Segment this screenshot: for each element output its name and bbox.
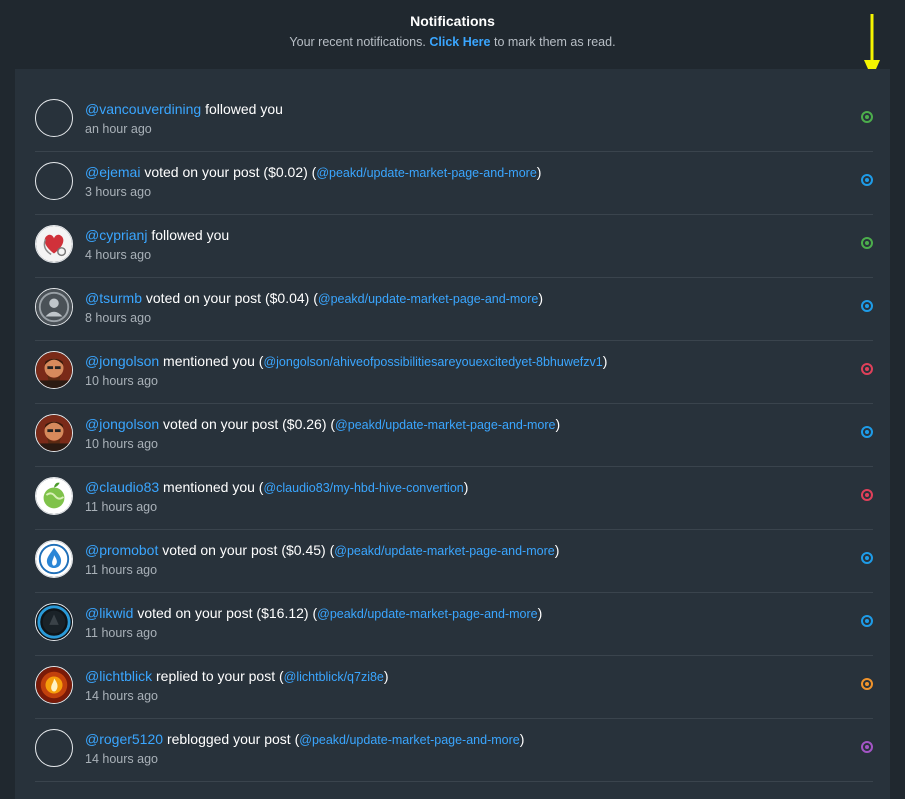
notification-text: @jongolson mentioned you (@jongolson/ahi… (85, 353, 608, 369)
username-link[interactable]: @vancouverdining (85, 101, 201, 117)
page-subtitle: Your recent notifications. Click Here to… (0, 35, 905, 50)
avatar[interactable] (35, 729, 73, 767)
action-text: voted on your post ($0.26) (163, 416, 327, 432)
notifications-header: Notifications Your recent notifications.… (0, 0, 905, 57)
username-link[interactable]: @roger5120 (85, 731, 163, 747)
avatar[interactable] (35, 414, 73, 452)
unread-dot-icon[interactable] (861, 300, 873, 312)
subtitle-prefix: Your recent notifications. (289, 35, 426, 49)
notification-text: @vancouverdining followed you (85, 100, 283, 118)
notification-text: @promobot voted on your post ($0.45) (@p… (85, 542, 560, 558)
timestamp: 3 hours ago (85, 185, 152, 199)
timestamp: 11 hours ago (85, 500, 158, 514)
avatar[interactable] (35, 603, 73, 641)
timestamp: 14 hours ago (85, 752, 158, 766)
username-link[interactable]: @cyprianj (85, 227, 147, 243)
avatar[interactable] (35, 666, 73, 704)
post-link[interactable]: @peakd/update-market-page-and-more (317, 607, 537, 621)
notification-text: @tsurmb voted on your post ($0.04) (@pea… (85, 290, 544, 306)
avatar[interactable] (35, 99, 73, 137)
timestamp: 4 hours ago (85, 248, 152, 262)
username-link[interactable]: @jongolson (85, 353, 159, 369)
unread-dot-icon[interactable] (861, 426, 873, 438)
avatar[interactable] (35, 351, 73, 389)
subtitle-suffix: to mark them as read. (493, 35, 616, 49)
username-link[interactable]: @likwid (85, 605, 133, 621)
unread-dot-icon[interactable] (861, 363, 873, 375)
notification-text: @cyprianj followed you (85, 226, 229, 244)
avatar[interactable] (35, 162, 73, 200)
notifications-panel: @vancouverdining followed you an hour ag… (15, 69, 890, 799)
username-link[interactable]: @promobot (85, 542, 158, 558)
post-link[interactable]: @lichtblick/q7zi8e (284, 670, 384, 684)
notification-row[interactable]: @promobot voted on your post ($0.45) (@p… (35, 530, 873, 593)
unread-dot-icon[interactable] (861, 111, 873, 123)
mark-read-link[interactable]: Click Here (429, 35, 490, 49)
username-link[interactable]: @tsurmb (85, 290, 142, 306)
username-link[interactable]: @lichtblick (85, 668, 152, 684)
unread-dot-icon[interactable] (861, 174, 873, 186)
post-link[interactable]: @claudio83/my-hbd-hive-convertion (263, 481, 463, 495)
action-text: followed you (151, 227, 230, 243)
action-text: voted on your post ($0.02) (144, 164, 308, 180)
post-link[interactable]: @peakd/update-market-page-and-more (318, 292, 538, 306)
timestamp: 8 hours ago (85, 311, 152, 325)
action-text: replied to your post (156, 668, 276, 684)
notification-row[interactable]: @likwid voted on your post ($16.12) (@pe… (35, 593, 873, 656)
notification-row[interactable]: @claudio83 mentioned you (@claudio83/my-… (35, 467, 873, 530)
action-text: reblogged your post (166, 731, 291, 747)
unread-dot-icon[interactable] (861, 552, 873, 564)
post-link[interactable]: @peakd/update-market-page-and-more (299, 733, 519, 747)
notification-row[interactable]: @jongolson voted on your post ($0.26) (@… (35, 404, 873, 467)
post-link[interactable]: @jongolson/ahiveofpossibilitiesareyouexc… (263, 355, 602, 369)
notification-list: @vancouverdining followed you an hour ag… (35, 89, 873, 782)
notification-row[interactable]: @vancouverdining followed you an hour ag… (35, 89, 873, 152)
unread-dot-icon[interactable] (861, 678, 873, 690)
page-title: Notifications (410, 13, 495, 29)
timestamp: 14 hours ago (85, 689, 158, 703)
notification-row[interactable]: @lichtblick replied to your post (@licht… (35, 656, 873, 719)
username-link[interactable]: @claudio83 (85, 479, 159, 495)
unread-dot-icon[interactable] (861, 741, 873, 753)
notification-row[interactable]: @ejemai voted on your post ($0.02) (@pea… (35, 152, 873, 215)
timestamp: 11 hours ago (85, 563, 158, 577)
username-link[interactable]: @jongolson (85, 416, 159, 432)
action-text: voted on your post ($0.45) (162, 542, 326, 558)
timestamp: 11 hours ago (85, 626, 158, 640)
avatar[interactable] (35, 288, 73, 326)
notification-text: @likwid voted on your post ($16.12) (@pe… (85, 605, 543, 621)
timestamp: an hour ago (85, 122, 152, 136)
action-text: mentioned you (163, 353, 255, 369)
avatar[interactable] (35, 477, 73, 515)
unread-dot-icon[interactable] (861, 237, 873, 249)
unread-dot-icon[interactable] (861, 615, 873, 627)
notification-text: @jongolson voted on your post ($0.26) (@… (85, 416, 561, 432)
notification-row[interactable]: @tsurmb voted on your post ($0.04) (@pea… (35, 278, 873, 341)
post-link[interactable]: @peakd/update-market-page-and-more (335, 418, 555, 432)
notification-row[interactable]: @roger5120 reblogged your post (@peakd/u… (35, 719, 873, 782)
notification-row[interactable]: @cyprianj followed you 4 hours ago (35, 215, 873, 278)
action-text: voted on your post ($0.04) (145, 290, 310, 306)
notification-text: @ejemai voted on your post ($0.02) (@pea… (85, 164, 542, 180)
avatar[interactable] (35, 540, 73, 578)
notification-text: @lichtblick replied to your post (@licht… (85, 668, 389, 684)
action-text: voted on your post ($16.12) (137, 605, 309, 621)
timestamp: 10 hours ago (85, 437, 158, 451)
action-text: followed you (205, 101, 283, 117)
username-link[interactable]: @ejemai (85, 164, 140, 180)
notification-row[interactable]: @jongolson mentioned you (@jongolson/ahi… (35, 341, 873, 404)
notification-text: @roger5120 reblogged your post (@peakd/u… (85, 731, 525, 747)
notification-text: @claudio83 mentioned you (@claudio83/my-… (85, 479, 469, 495)
avatar[interactable] (35, 225, 73, 263)
post-link[interactable]: @peakd/update-market-page-and-more (334, 544, 554, 558)
unread-dot-icon[interactable] (861, 489, 873, 501)
post-link[interactable]: @peakd/update-market-page-and-more (316, 166, 536, 180)
timestamp: 10 hours ago (85, 374, 158, 388)
action-text: mentioned you (163, 479, 255, 495)
